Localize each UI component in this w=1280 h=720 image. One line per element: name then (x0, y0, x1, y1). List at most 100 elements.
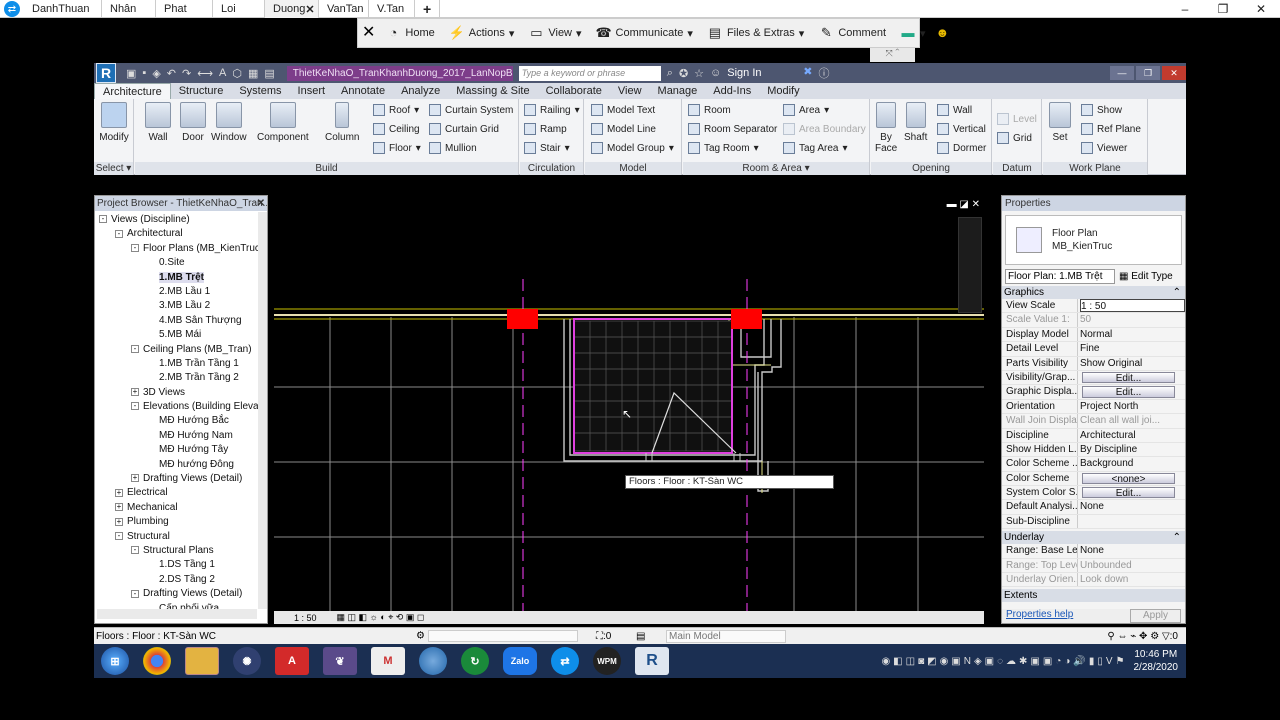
browser-node[interactable]: 2.MB Lầu 1 (95, 285, 267, 299)
expand-toggle-icon[interactable]: - (115, 531, 123, 540)
search-input[interactable]: Type a keyword or phrase (518, 65, 661, 81)
app-green-icon[interactable]: ↻ (461, 647, 489, 675)
start-button-icon[interactable]: ⊞ (101, 647, 129, 675)
remote-tab-vantan[interactable]: VanTan (319, 0, 369, 18)
room-area-panel-title[interactable]: Room & Area ▾ (683, 162, 869, 175)
remote-tab-danhthuan[interactable]: DanhThuan (24, 0, 102, 18)
browser-node[interactable]: - Views (Discipline) (95, 213, 267, 227)
stair-button[interactable]: Stair ▾ (524, 142, 570, 154)
home-button[interactable]: ◔ Home (381, 25, 438, 41)
curtain-grid-button[interactable]: Curtain Grid (429, 123, 499, 135)
group-extents[interactable]: Extents (1002, 589, 1185, 603)
browser-node[interactable]: 0.Site (95, 256, 267, 270)
browser-node[interactable]: + Plumbing (95, 515, 267, 529)
expand-toggle-icon[interactable]: - (131, 344, 139, 353)
browser-node[interactable]: + Mechanical (95, 501, 267, 515)
selection-filter-icons[interactable]: ⚲ ⇔ ⌁ ✥ ⚙ ▽:0 (1107, 631, 1178, 642)
redo-icon[interactable]: ↷ (182, 67, 191, 80)
show-button[interactable]: Show (1081, 104, 1122, 116)
measure-icon[interactable]: ⟷ (197, 67, 213, 80)
railing-button[interactable]: Railing ▾ (524, 104, 580, 116)
browser-node[interactable]: 5.MB Mái (95, 328, 267, 342)
browser-node[interactable]: 1.MB Trần Tầng 1 (95, 357, 267, 371)
browser-node[interactable]: MĐ Hướng Bắc (95, 414, 267, 428)
toolbar-collapse-handle[interactable]: ⤧ ⌃ (870, 48, 915, 62)
browser-node[interactable]: - Structural (95, 530, 267, 544)
browser-node[interactable]: - Structural Plans (95, 544, 267, 558)
set-button[interactable]: Set (1049, 102, 1071, 143)
modify-button[interactable]: Modify (98, 102, 130, 143)
expand-toggle-icon[interactable]: + (115, 488, 123, 497)
room-separator-button[interactable]: Room Separator (688, 123, 777, 135)
roof-button[interactable]: Roof ▾ (373, 104, 419, 116)
column-red-left[interactable] (507, 309, 538, 329)
viewer-button[interactable]: Viewer (1081, 142, 1127, 154)
expand-toggle-icon[interactable]: + (131, 388, 139, 397)
edit-button[interactable]: <none> (1082, 472, 1175, 485)
edit-button[interactable]: Edit... (1082, 371, 1175, 384)
tag-area-button[interactable]: Tag Area ▾ (783, 142, 848, 154)
expand-toggle-icon[interactable]: - (131, 589, 139, 598)
ribbon-tab-view[interactable]: View (610, 83, 650, 99)
tag-room-button[interactable]: Tag Room ▾ (688, 142, 759, 154)
area-boundary-button[interactable]: Area Boundary (783, 123, 866, 135)
component-button[interactable]: Component (257, 102, 309, 143)
minimize-button[interactable]: — (1110, 66, 1134, 80)
room-button[interactable]: Room (688, 104, 731, 116)
vertical-opening-button[interactable]: Vertical (937, 123, 986, 135)
browser-node[interactable]: - Architectural (95, 227, 267, 241)
property-value[interactable] (1080, 515, 1185, 528)
browser-node[interactable]: 4.MB Sân Thượng (95, 314, 267, 328)
type-selector[interactable]: Floor Plan MB_KienTruc (1005, 215, 1182, 265)
restore-icon[interactable]: ❐ (1204, 0, 1242, 18)
model-line-button[interactable]: Model Line (591, 123, 656, 135)
property-value[interactable]: Background (1080, 457, 1185, 470)
remote-tab-nh-n[interactable]: Nhân (102, 0, 156, 18)
editable-only-toggle[interactable]: ⛶:0 (596, 631, 636, 642)
door-button[interactable]: Door (180, 102, 206, 143)
ribbon-tab-modify[interactable]: Modify (759, 83, 807, 99)
edit-button[interactable]: Edit... (1082, 386, 1175, 398)
autocad-icon[interactable]: A (275, 647, 309, 675)
shaft-button[interactable]: Shaft (904, 102, 927, 143)
ref-plane-button[interactable]: Ref Plane (1081, 123, 1141, 135)
save-icon[interactable]: ▪ (142, 67, 146, 80)
ceiling-button[interactable]: Ceiling (373, 123, 420, 135)
app-wheel-icon[interactable]: ✺ (233, 647, 261, 675)
ribbon-tab-systems[interactable]: Systems (231, 83, 289, 99)
expand-toggle-icon[interactable]: + (115, 517, 123, 526)
mullion-button[interactable]: Mullion (429, 142, 477, 154)
files-extras-button[interactable]: ▤ Files & Extras ▾ (703, 25, 808, 41)
3d-icon[interactable]: ⬡ (232, 67, 242, 80)
browser-node[interactable]: - Drafting Views (Detail) (95, 587, 267, 601)
properties-help-link[interactable]: Properties help (1006, 609, 1073, 623)
text-icon[interactable]: A (219, 67, 226, 80)
browser-node[interactable]: MĐ Hướng Nam (95, 429, 267, 443)
close-button[interactable]: ✕ (1162, 66, 1186, 80)
instance-dropdown[interactable]: Floor Plan: 1.MB Trệt (1005, 269, 1115, 284)
property-value[interactable]: None (1080, 500, 1185, 513)
property-value[interactable]: Architectural (1080, 429, 1185, 442)
ribbon-tab-insert[interactable]: Insert (290, 83, 334, 99)
property-value[interactable]: Project North (1080, 400, 1185, 413)
drawing-canvas[interactable]: ▬ ◪ ✕ ↖ (274, 197, 984, 611)
close-hidden-icon[interactable]: ▦ (248, 67, 258, 80)
firefox-icon[interactable] (419, 647, 447, 675)
browser-node[interactable]: - Elevations (Building Eleva (95, 400, 267, 414)
remote-tab-phat[interactable]: Phat (156, 0, 213, 18)
wall-button[interactable]: Wall (145, 102, 171, 143)
view-scale[interactable]: 1 : 50 (294, 613, 317, 623)
worksets-icon[interactable]: ⚙ (416, 630, 596, 642)
browser-node[interactable]: + Electrical (95, 486, 267, 500)
binoculars-icon[interactable]: ⌕ (667, 67, 673, 80)
floor-button[interactable]: Floor ▾ (373, 142, 421, 154)
view-control-icons[interactable]: ▦ ◫ ◧ ☼ ◐ ⌖ ⟲ ▣ ◻ (337, 612, 425, 623)
ribbon-tab-manage[interactable]: Manage (650, 83, 706, 99)
property-value[interactable]: By Discipline (1080, 443, 1185, 456)
curtain-system-button[interactable]: Curtain System (429, 104, 513, 116)
view-window-controls[interactable]: ▬ ◪ ✕ (947, 199, 980, 210)
design-options-icon[interactable]: ▤ (636, 631, 666, 642)
mindjet-icon[interactable]: M (371, 647, 405, 675)
group-graphics[interactable]: Graphics ⌃ (1002, 286, 1185, 299)
tray-icons[interactable]: ◉◧◫◙◩◉▣N◈▣◌☁✱▣▣◔◑🔊▮▯V⚑ (881, 656, 1127, 667)
